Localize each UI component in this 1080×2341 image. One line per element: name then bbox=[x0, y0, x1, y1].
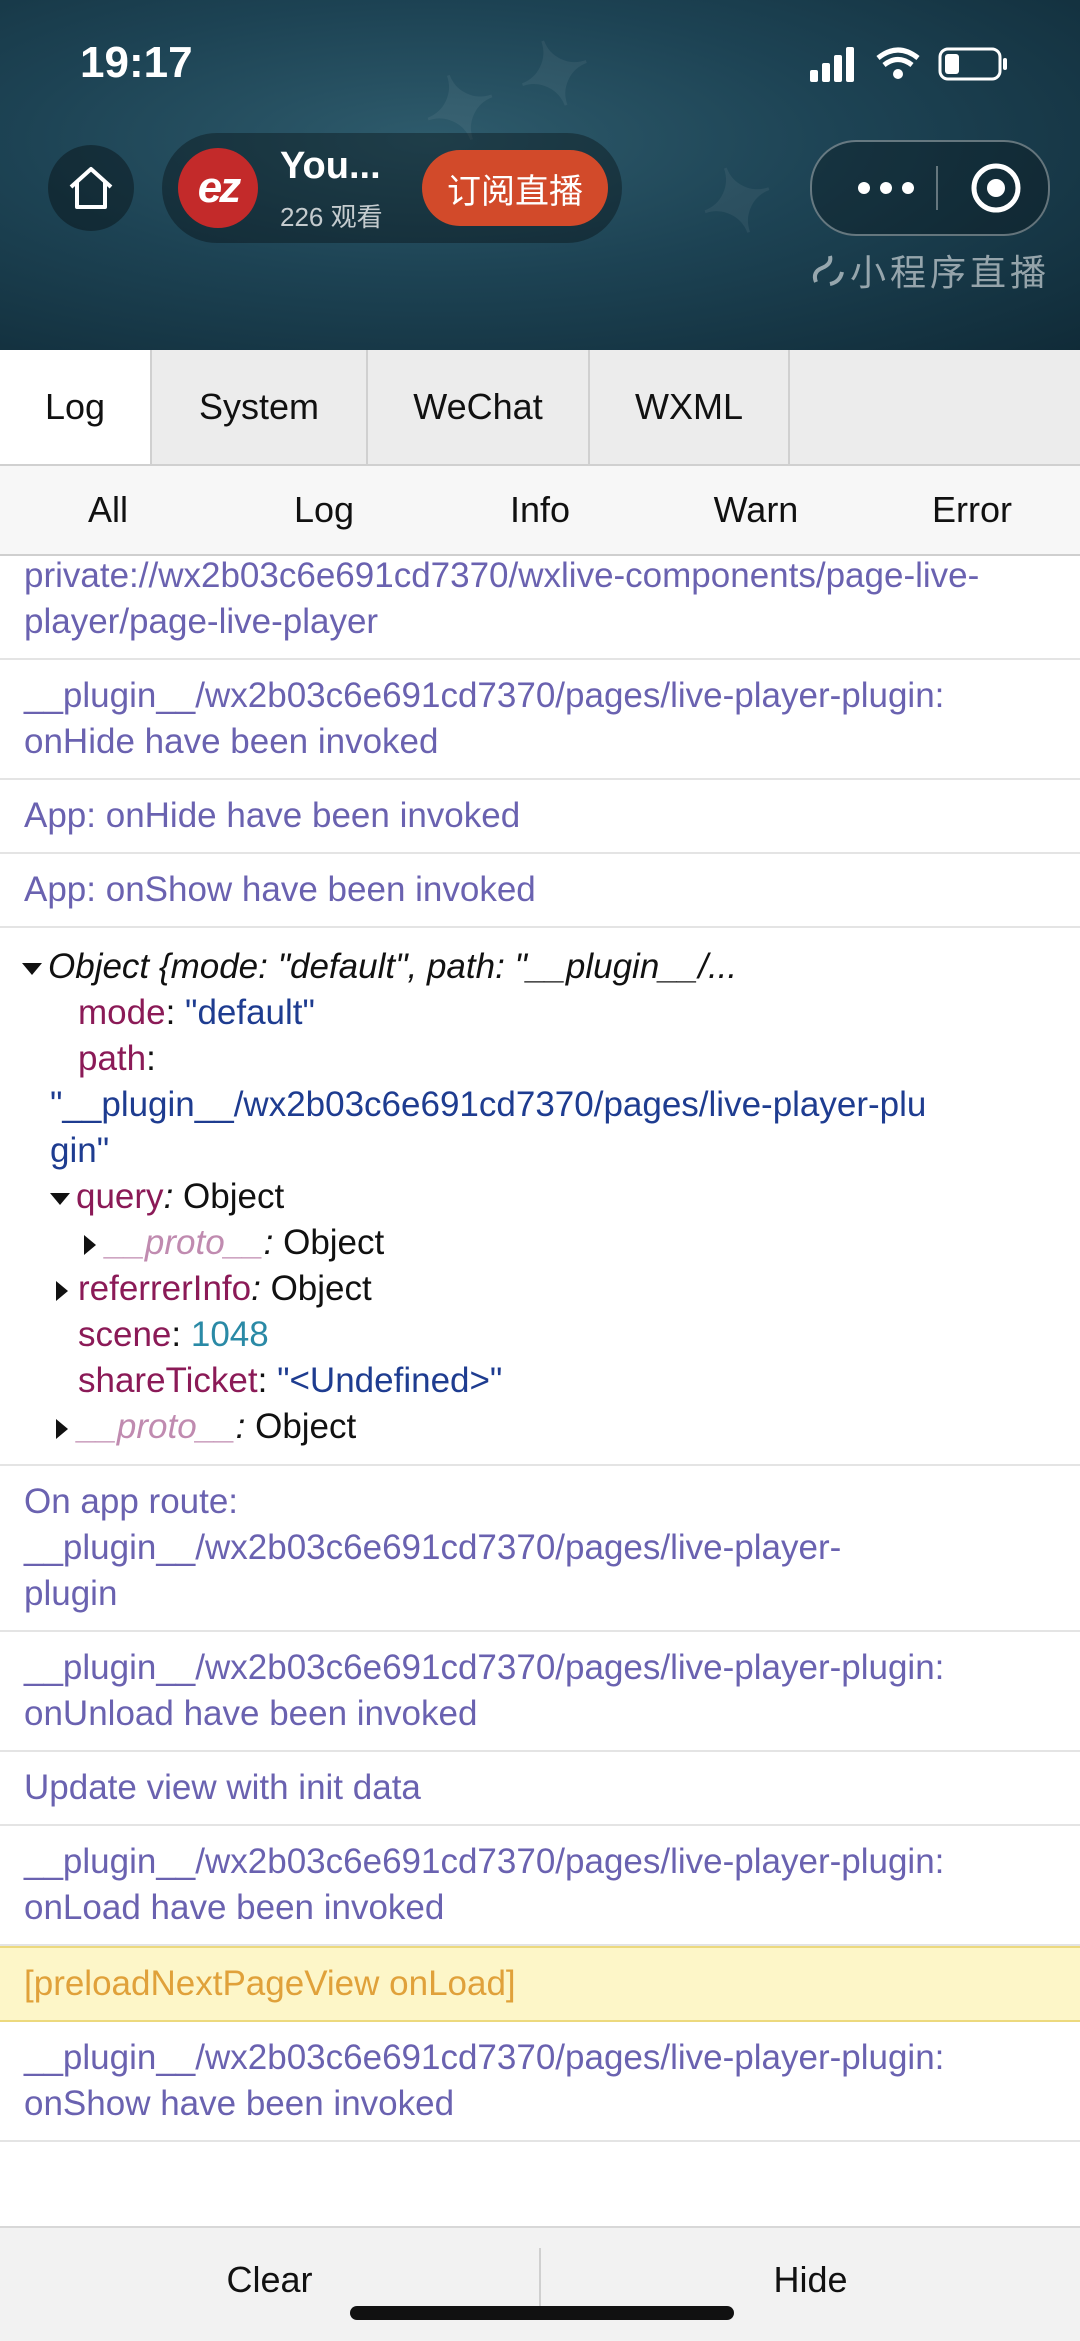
prop-value: Object bbox=[283, 1223, 385, 1262]
object-prop-referrer[interactable]: referrerInfo: Object bbox=[22, 1266, 1056, 1312]
log-entry: App: onHide have been invoked bbox=[0, 780, 1080, 854]
prop-key: path bbox=[78, 1039, 147, 1078]
log-entry: __plugin__/wx2b03c6e691cd7370/pages/live… bbox=[0, 1826, 1080, 1946]
miniprogram-capsule bbox=[810, 140, 1050, 236]
object-prop-query-proto[interactable]: __proto__: Object bbox=[22, 1220, 1056, 1266]
prop-key: __proto__ bbox=[106, 1223, 264, 1262]
log-entry-object: Object {mode: "default", path: "__plugin… bbox=[0, 928, 1080, 1466]
home-button[interactable] bbox=[48, 145, 134, 231]
log-entry: __plugin__/wx2b03c6e691cd7370/pages/live… bbox=[0, 1632, 1080, 1752]
expand-triangle-icon[interactable] bbox=[56, 1280, 68, 1301]
prop-key: scene bbox=[78, 1315, 172, 1354]
object-summary: Object {mode: "default", path: "__plugin… bbox=[48, 947, 738, 986]
log-list[interactable]: private://wx2b03c6e691cd7370/wxlive-comp… bbox=[0, 556, 1080, 2226]
object-prop-query[interactable]: query: Object bbox=[22, 1174, 1056, 1220]
collapse-triangle-icon[interactable] bbox=[22, 962, 42, 975]
more-button[interactable] bbox=[846, 142, 926, 234]
expand-triangle-icon[interactable] bbox=[56, 1418, 68, 1439]
expand-triangle-icon[interactable] bbox=[84, 1234, 96, 1255]
mini-program-icon bbox=[812, 255, 844, 286]
log-entry-warn: [preloadNextPageView onLoad] bbox=[0, 1946, 1080, 2022]
more-dots-icon bbox=[858, 182, 914, 194]
bottom-action-bar: Clear Hide bbox=[0, 2226, 1080, 2341]
prop-value: Object bbox=[270, 1269, 372, 1308]
avatar: ez bbox=[178, 148, 258, 228]
home-icon bbox=[69, 167, 113, 209]
object-prop-scene: scene: 1048 bbox=[78, 1315, 269, 1354]
close-miniprogram-button[interactable] bbox=[948, 142, 1044, 234]
prop-key: mode bbox=[78, 993, 166, 1032]
filter-error[interactable]: Error bbox=[864, 466, 1080, 554]
log-entry: Update view with init data bbox=[0, 1752, 1080, 1826]
log-level-filters: All Log Info Warn Error bbox=[0, 466, 1080, 556]
filter-info[interactable]: Info bbox=[432, 466, 648, 554]
clear-button[interactable]: Clear bbox=[0, 2228, 539, 2341]
watermark: ✦ bbox=[685, 143, 791, 263]
prop-value: "__plugin__/wx2b03c6e691cd7370/pages/liv… bbox=[50, 1085, 927, 1170]
console-tabs: Log System WeChat WXML bbox=[0, 350, 1080, 466]
filter-warn[interactable]: Warn bbox=[648, 466, 864, 554]
object-prop-shareticket: shareTicket: "<Undefined>" bbox=[78, 1361, 503, 1400]
prop-value: "<Undefined>" bbox=[277, 1361, 503, 1400]
prop-key: referrerInfo bbox=[78, 1269, 252, 1308]
status-time: 19:17 bbox=[80, 38, 193, 87]
hide-button[interactable]: Hide bbox=[541, 2228, 1080, 2341]
filter-log[interactable]: Log bbox=[216, 466, 432, 554]
prop-value: "default" bbox=[185, 993, 315, 1032]
log-entry: On app route: __plugin__/wx2b03c6e691cd7… bbox=[0, 1466, 1080, 1632]
filter-all[interactable]: All bbox=[0, 466, 216, 554]
prop-value: Object bbox=[255, 1407, 357, 1446]
object-prop-path: path: bbox=[78, 1039, 156, 1078]
prop-key: query bbox=[76, 1177, 164, 1216]
log-entry: __plugin__/wx2b03c6e691cd7370/pages/live… bbox=[0, 660, 1080, 780]
collapse-triangle-icon[interactable] bbox=[50, 1192, 70, 1205]
live-header: ✦ ✦ ✦ 19:17 ez You... 226 观看 订阅直播 小程序直播 bbox=[0, 0, 1080, 350]
prop-key: __proto__ bbox=[78, 1407, 236, 1446]
target-close-icon bbox=[971, 163, 1021, 213]
mini-program-live-label: 小程序直播 bbox=[810, 244, 1050, 296]
live-room-pill[interactable]: ez You... 226 观看 订阅直播 bbox=[162, 133, 622, 243]
home-indicator bbox=[350, 2306, 734, 2320]
prop-value: 1048 bbox=[190, 1315, 269, 1354]
log-entry: __plugin__/wx2b03c6e691cd7370/pages/live… bbox=[0, 2022, 1080, 2142]
prop-key: shareTicket bbox=[78, 1361, 258, 1400]
log-entry: private://wx2b03c6e691cd7370/wxlive-comp… bbox=[0, 556, 1080, 660]
object-prop-mode: mode: "default" bbox=[78, 993, 315, 1032]
tab-system[interactable]: System bbox=[152, 350, 368, 464]
object-prop-proto[interactable]: __proto__: Object bbox=[22, 1404, 1056, 1450]
mini-program-live-text: 小程序直播 bbox=[849, 252, 1050, 293]
signal-wifi-battery-icon bbox=[810, 47, 1007, 82]
tab-wxml[interactable]: WXML bbox=[590, 350, 790, 464]
status-icons bbox=[810, 44, 1040, 84]
log-entry: App: onShow have been invoked bbox=[0, 854, 1080, 928]
tab-wechat[interactable]: WeChat bbox=[368, 350, 590, 464]
prop-value: Object bbox=[183, 1177, 285, 1216]
object-summary-row[interactable]: Object {mode: "default", path: "__plugin… bbox=[22, 944, 1056, 990]
viewer-count: 226 观看 bbox=[280, 202, 383, 232]
subscribe-button[interactable]: 订阅直播 bbox=[422, 150, 608, 226]
tab-log[interactable]: Log bbox=[0, 350, 152, 464]
live-name: You... bbox=[280, 145, 381, 187]
capsule-divider bbox=[936, 166, 938, 210]
